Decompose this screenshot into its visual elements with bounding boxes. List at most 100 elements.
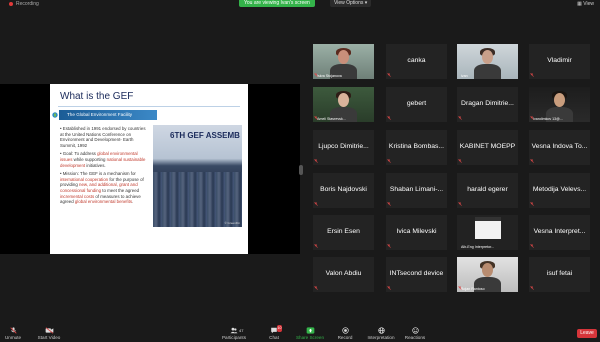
view-button[interactable]: ▦ View xyxy=(577,1,594,7)
mic-muted-icon xyxy=(530,73,534,78)
facility-banner: The Global Environment Facility xyxy=(59,110,157,120)
record-button[interactable]: Record xyxy=(336,327,354,340)
participant-tile[interactable]: Vesna Interpret... xyxy=(529,215,590,250)
mic-muted-icon xyxy=(530,116,534,121)
grid-icon: ▦ xyxy=(577,1,582,7)
share-screen-button[interactable]: Share Screen xyxy=(294,327,326,340)
participant-name: isuf fetai xyxy=(546,270,573,277)
participant-label: Alb-Eng Interpretor... xyxy=(461,245,495,249)
reactions-label: Reactions xyxy=(404,335,426,340)
record-dot-icon xyxy=(9,2,13,6)
mic-muted-icon xyxy=(458,202,462,207)
photo-credit: © GreenFin xyxy=(224,221,240,225)
view-options-button[interactable]: View Options ▾ xyxy=(330,0,372,7)
mic-muted-icon xyxy=(458,116,462,121)
slide-bullets: • Established in 1991 endorsed by countr… xyxy=(60,126,146,208)
participant-name: Shaban Limani-... xyxy=(389,186,444,193)
participant-tile[interactable]: Ivandimkov 13@... xyxy=(529,87,590,122)
participant-name: Boris Najdovski xyxy=(320,186,367,193)
participant-tile[interactable]: Metodija Velevs... xyxy=(529,173,590,208)
bullet-history: • Established in 1991 endorsed by countr… xyxy=(60,126,146,148)
participant-tile[interactable]: ivan xyxy=(457,44,518,79)
mic-muted-icon xyxy=(314,244,318,249)
participants-label: Participants xyxy=(221,335,246,340)
video-off-icon xyxy=(45,327,54,334)
participants-icon: 47 xyxy=(230,327,243,334)
share-screen-icon xyxy=(306,327,315,334)
start-video-button[interactable]: Start Video xyxy=(36,327,62,340)
participant-tile[interactable]: Shaban Limani-... xyxy=(386,173,447,208)
gef-logo-icon xyxy=(52,112,58,118)
participant-name: Vesna Indova To... xyxy=(531,143,588,150)
participant-tile[interactable]: Boris Najdovski xyxy=(313,173,374,208)
splitter-handle[interactable] xyxy=(299,165,303,175)
participant-name: Valon Abdiu xyxy=(325,270,362,277)
participant-name: Ersin Esen xyxy=(327,228,360,235)
participant-tile[interactable]: gebert xyxy=(386,87,447,122)
participant-tile[interactable]: Vesna Indova To... xyxy=(529,130,590,165)
mic-muted-icon xyxy=(530,159,534,164)
participant-tile[interactable]: Ersin Esen xyxy=(313,215,374,250)
bullet-goal: • Goal: To address global environmental … xyxy=(60,151,146,168)
camera-shadow xyxy=(475,217,501,221)
participant-tile[interactable]: KABINET MOEPP xyxy=(457,130,518,165)
mic-muted-icon xyxy=(530,244,534,249)
view-label: View xyxy=(583,1,594,7)
participant-tile[interactable]: Bojan Rantoso xyxy=(457,257,518,292)
face xyxy=(482,263,493,277)
torso xyxy=(474,64,501,79)
participant-tile[interactable]: Iskra Stojanova xyxy=(313,44,374,79)
chat-button[interactable]: 10 Chat xyxy=(264,325,284,340)
participant-tile[interactable]: Dragan Dimitrie... xyxy=(457,87,518,122)
participant-tile[interactable]: INTsecond device xyxy=(386,257,447,292)
mic-muted-icon xyxy=(530,202,534,207)
globe-icon xyxy=(377,327,386,334)
participant-name: Ljupco Dimitrie... xyxy=(318,143,369,150)
start-video-label: Start Video xyxy=(37,335,61,340)
mic-muted-icon xyxy=(387,286,391,291)
participants-button[interactable]: 47 Participants xyxy=(220,327,248,340)
participant-tile[interactable]: Ljupco Dimitrie... xyxy=(313,130,374,165)
top-bar: Recording You are viewing Ivan's screen … xyxy=(0,0,600,9)
face xyxy=(482,50,493,64)
mic-muted-icon xyxy=(9,327,18,334)
assembly-photo: 6TH GEF ASSEMB © GreenFin xyxy=(153,125,242,227)
participant-tile[interactable]: Alb-Eng Interpretor... xyxy=(457,215,518,250)
assembly-banner-text: 6TH GEF ASSEMB xyxy=(170,131,240,140)
mic-muted-icon xyxy=(314,159,318,164)
participant-tile[interactable]: Vladimir xyxy=(529,44,590,79)
participant-tile[interactable]: Valon Abdiu xyxy=(313,257,374,292)
participant-tile[interactable]: harald egerer xyxy=(457,173,518,208)
face xyxy=(338,50,349,64)
mic-muted-icon xyxy=(387,202,391,207)
mic-muted-icon xyxy=(530,286,534,291)
participant-name: Ivica Milevski xyxy=(396,228,437,235)
leave-button[interactable]: Leave xyxy=(577,329,597,338)
participant-tile[interactable]: canka xyxy=(386,44,447,79)
bullet-mission: • Mission: The GEF is a mechanism for in… xyxy=(60,171,144,205)
mic-muted-icon xyxy=(458,159,462,164)
audience-image xyxy=(153,172,242,227)
reactions-button[interactable]: Reactions xyxy=(403,327,427,340)
smiley-icon xyxy=(411,327,420,334)
slide-divider xyxy=(58,106,240,107)
interpretation-button[interactable]: Interpretation xyxy=(364,327,398,340)
camera-feed xyxy=(475,217,501,239)
participant-name: Vladimir xyxy=(547,57,572,64)
participant-tile[interactable]: Ivica Milevski xyxy=(386,215,447,250)
unmute-button[interactable]: Unmute xyxy=(2,327,24,340)
mic-muted-icon xyxy=(387,73,391,78)
participant-tile[interactable]: Ameli Stavrevsk... xyxy=(313,87,374,122)
mic-muted-icon xyxy=(458,286,462,291)
mic-muted-icon xyxy=(387,159,391,164)
participant-label: Iskra Stojanova xyxy=(317,74,342,78)
participant-label: Bojan Rantoso xyxy=(461,287,485,291)
slide-title: What is the GEF xyxy=(60,91,134,102)
mic-muted-icon xyxy=(314,202,318,207)
participant-tile[interactable]: isuf fetai xyxy=(529,257,590,292)
recording-indicator[interactable]: Recording xyxy=(9,1,39,7)
participant-tile[interactable]: Kristina Bombas... xyxy=(386,130,447,165)
face xyxy=(338,93,349,107)
participant-name: Dragan Dimitrie... xyxy=(461,100,514,107)
mic-muted-icon xyxy=(314,73,318,78)
